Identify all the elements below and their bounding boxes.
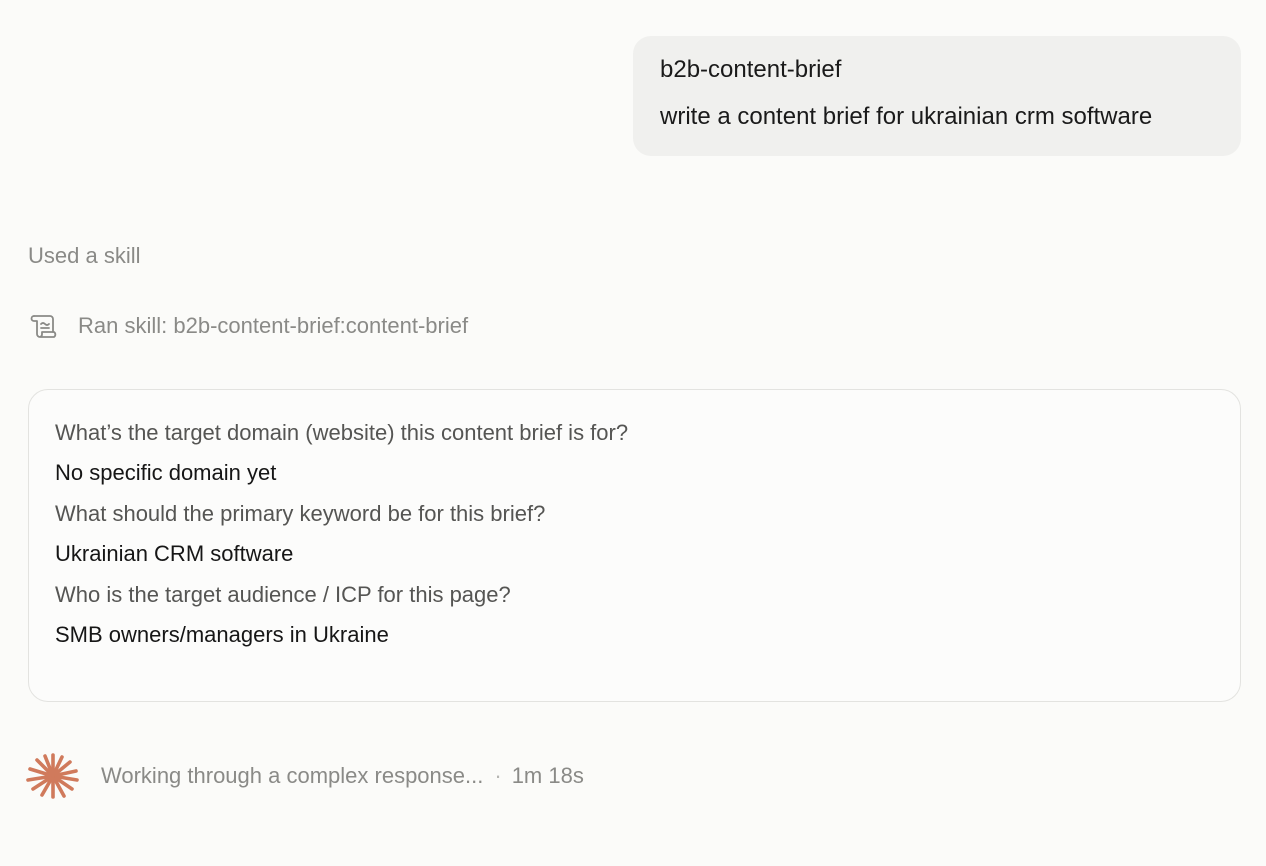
qa-question: What should the primary keyword be for t… bbox=[55, 501, 546, 526]
qa-answer: SMB owners/managers in Ukraine bbox=[55, 622, 389, 647]
ran-skill-label: Ran skill: b2b-content-brief:content-bri… bbox=[78, 313, 469, 338]
qa-question: Who is the target audience / ICP for thi… bbox=[55, 582, 511, 607]
user-message-bubble: b2b-content-brief write a content brief … bbox=[633, 36, 1241, 156]
status-text: Working through a complex response... bbox=[101, 763, 484, 788]
scroll-icon bbox=[30, 312, 58, 340]
user-message-text: write a content brief for ukrainian crm … bbox=[660, 103, 1153, 130]
elapsed-timer: 1m 18s bbox=[511, 763, 584, 788]
qa-answer: No specific domain yet bbox=[55, 460, 277, 485]
qa-answer: Ukrainian CRM software bbox=[55, 541, 294, 566]
user-message-skill-name: b2b-content-brief bbox=[660, 56, 842, 83]
qa-question: What’s the target domain (website) this … bbox=[55, 420, 629, 445]
qa-item: Who is the target audience / ICP for thi… bbox=[55, 582, 1214, 648]
clarifying-answers-card: What’s the target domain (website) this … bbox=[28, 389, 1241, 702]
response-status: Working through a complex response... · … bbox=[26, 752, 584, 800]
status-separator: · bbox=[494, 763, 502, 788]
used-skill-header[interactable]: Used a skill bbox=[28, 243, 140, 269]
chat-page: b2b-content-brief write a content brief … bbox=[0, 0, 1266, 866]
qa-item: What’s the target domain (website) this … bbox=[55, 420, 1214, 486]
ran-skill-row[interactable]: Ran skill: b2b-content-brief:content-bri… bbox=[30, 311, 468, 341]
qa-item: What should the primary keyword be for t… bbox=[55, 501, 1214, 567]
spark-icon bbox=[26, 753, 80, 799]
